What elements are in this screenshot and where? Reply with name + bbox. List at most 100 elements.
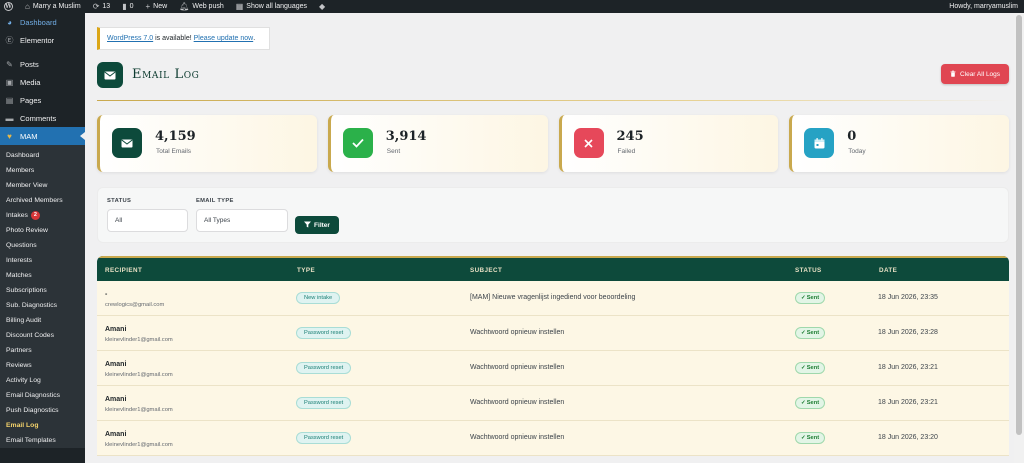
submenu-billing-audit[interactable]: Billing Audit	[0, 313, 85, 328]
webpush-label: Web push	[192, 3, 224, 10]
check-icon	[342, 128, 373, 158]
filter-panel: STATUS All EMAIL TYPE All Types Filter	[97, 187, 1009, 243]
table-row[interactable]: Amani kleinevlinder1@gmail.com Password …	[97, 421, 1009, 456]
update-now-link[interactable]: Please update now	[194, 35, 254, 42]
recipient-email: kleinevlinder1@gmail.com	[105, 372, 173, 378]
submenu-email-log[interactable]: Email Log	[0, 418, 85, 433]
funnel-icon	[304, 221, 312, 230]
page-header: Email Log Clear All Logs	[97, 62, 1009, 90]
submenu-interests[interactable]: Interests	[0, 253, 85, 268]
account-menu[interactable]: Howdy, marryamuslim	[943, 0, 1024, 13]
recipient-email: kleinevlinder1@gmail.com	[105, 407, 173, 413]
table-row[interactable]: Amani kleinevlinder1@gmail.com Password …	[97, 351, 1009, 386]
webpush-menu[interactable]: 🔔︎ Web push	[173, 0, 230, 13]
menu-label: Elementor	[20, 35, 55, 45]
col-status[interactable]: STATUS	[795, 267, 822, 274]
submenu-reviews[interactable]: Reviews	[0, 358, 85, 373]
type-badge: Password reset	[296, 432, 352, 444]
updates-menu[interactable]: ⟳ 13	[87, 0, 117, 13]
recipient-name: Amani	[105, 361, 127, 368]
submenu-email-diagnostics[interactable]: Email Diagnostics	[0, 388, 85, 403]
filter-button[interactable]: Filter	[295, 216, 339, 234]
submenu-push-diagnostics[interactable]: Push Diagnostics	[0, 403, 85, 418]
table-header: RECIPIENT TYPE SUBJECT STATUS DATE	[97, 256, 1009, 281]
site-name: Marry a Muslim	[32, 3, 81, 10]
site-name-menu[interactable]: ⌂ Marry a Muslim	[19, 0, 87, 13]
submenu-sub-diagnostics[interactable]: Sub. Diagnostics	[0, 298, 85, 313]
menu-posts[interactable]: ✎ Posts	[0, 55, 85, 73]
intakes-count-badge: 2	[30, 211, 40, 220]
email-type-filter-group: EMAIL TYPE All Types	[196, 198, 288, 232]
page-scrollbar[interactable]	[1014, 13, 1024, 463]
status-badge: ✓ Sent	[795, 397, 826, 409]
wp-logo-menu[interactable]: W	[0, 0, 19, 13]
submenu-member-view[interactable]: Member View	[0, 178, 85, 193]
comments-menu[interactable]: ▮ 0	[116, 0, 139, 13]
menu-comments[interactable]: ▬ Comments	[0, 109, 85, 127]
submenu-photo-review[interactable]: Photo Review	[0, 223, 85, 238]
languages-label: Show all languages	[246, 3, 308, 10]
stat-value: 0	[847, 129, 857, 144]
scrollbar-thumb[interactable]	[1016, 15, 1022, 435]
check-icon: ✓	[801, 365, 806, 371]
menu-label: Dashboard	[20, 17, 57, 27]
type-badge: Password reset	[296, 362, 352, 374]
menu-elementor[interactable]: Ⓔ Elementor	[0, 31, 85, 49]
wordpress-icon: W	[4, 2, 13, 11]
new-content-menu[interactable]: + New	[140, 0, 174, 13]
menu-pages[interactable]: ▤ Pages	[0, 91, 85, 109]
email-type-filter-label: EMAIL TYPE	[196, 198, 234, 204]
submenu-matches[interactable]: Matches	[0, 268, 85, 283]
stat-label: Total Emails	[156, 148, 192, 155]
stats-row: 4,159 Total Emails 3,914 Sent 245 Failed…	[97, 115, 1009, 172]
languages-menu[interactable]: ▦ Show all languages	[230, 0, 313, 13]
submenu-questions[interactable]: Questions	[0, 238, 85, 253]
menu-media[interactable]: ▣ Media	[0, 73, 85, 91]
wordpress-version-link[interactable]: WordPress 7.0	[107, 35, 153, 42]
submenu-partners[interactable]: Partners	[0, 343, 85, 358]
recipient-name: Amani	[105, 326, 127, 333]
new-label: New	[153, 3, 168, 10]
status-badge: ✓ Sent	[795, 362, 826, 374]
col-date[interactable]: DATE	[879, 267, 897, 274]
stat-label: Failed	[617, 148, 636, 155]
status-filter-label: STATUS	[107, 198, 132, 204]
stat-value: 245	[616, 129, 644, 144]
diamond-menu[interactable]: ◆	[313, 0, 331, 13]
subject-text: Wachtwoord opnieuw instellen	[470, 364, 565, 371]
col-recipient[interactable]: RECIPIENT	[105, 267, 142, 274]
clear-all-logs-button[interactable]: Clear All Logs	[941, 64, 1009, 84]
table-row[interactable]: Amani kleinevlinder1@gmail.com Password …	[97, 386, 1009, 421]
stat-card-sent: 3,914 Sent	[327, 115, 548, 172]
col-type[interactable]: TYPE	[297, 267, 315, 274]
stat-label: Sent	[386, 148, 401, 155]
submenu-activity-log[interactable]: Activity Log	[0, 373, 85, 388]
menu-dashboard[interactable]: ◕ Dashboard	[0, 13, 85, 31]
subject-text: Wachtwoord opnieuw instellen	[470, 434, 565, 441]
envelope-icon	[97, 62, 123, 88]
elementor-icon: Ⓔ	[5, 35, 14, 45]
menu-mam[interactable]: ♥ MAM	[0, 127, 85, 145]
pin-icon: ✎	[6, 59, 13, 69]
submenu-members[interactable]: Members	[0, 163, 85, 178]
updates-count: 13	[102, 3, 111, 10]
plus-icon: +	[145, 2, 151, 11]
submenu-email-templates[interactable]: Email Templates	[0, 433, 85, 448]
table-row[interactable]: - crewlogics@gmail.com New intake [MAM] …	[97, 281, 1009, 316]
email-type-select[interactable]: All Types	[196, 209, 288, 232]
envelope-icon	[112, 128, 142, 158]
submenu-archived-members[interactable]: Archived Members	[0, 193, 85, 208]
notice-text: is available!	[153, 35, 194, 42]
col-subject[interactable]: SUBJECT	[470, 267, 502, 274]
updates-icon: ⟳	[92, 2, 100, 11]
submenu-dashboard[interactable]: Dashboard	[0, 148, 85, 163]
email-log-table: RECIPIENT TYPE SUBJECT STATUS DATE - cre…	[97, 256, 1009, 463]
submenu-discount-codes[interactable]: Discount Codes	[0, 328, 85, 343]
submenu-intakes[interactable]: Intakes 2	[0, 208, 85, 223]
mam-submenu: Dashboard Members Member View Archived M…	[0, 145, 85, 448]
status-select[interactable]: All	[107, 209, 188, 232]
submenu-subscriptions[interactable]: Subscriptions	[0, 283, 85, 298]
recipient-email: kleinevlinder1@gmail.com	[105, 442, 173, 448]
table-row[interactable]: Amani kleinevlinder1@gmail.com Password …	[97, 316, 1009, 351]
recipient-name: Amani	[105, 396, 127, 403]
